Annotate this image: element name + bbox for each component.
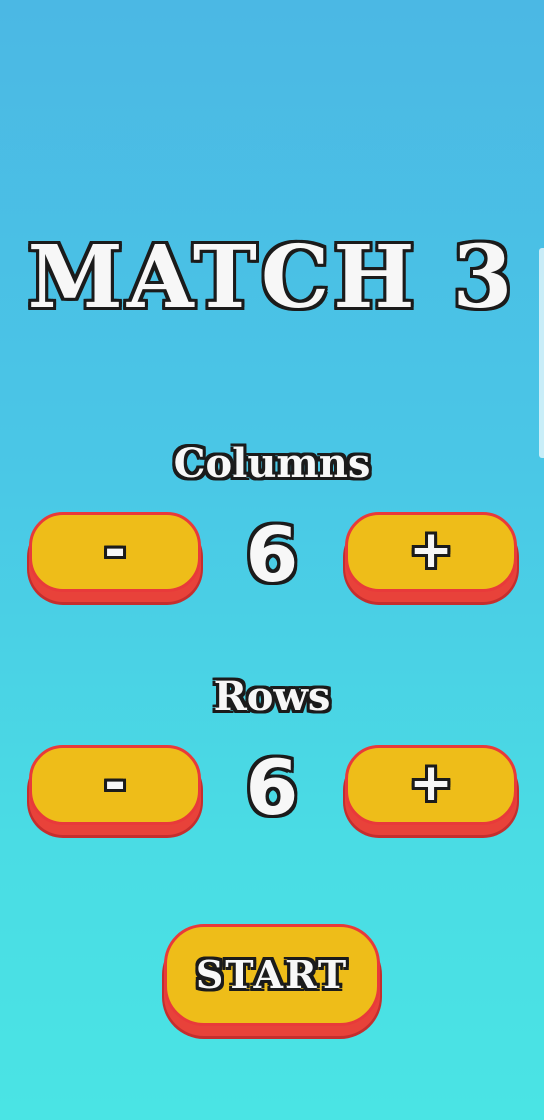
columns-value: 6 bbox=[245, 510, 299, 599]
plus-icon: + bbox=[409, 753, 453, 813]
rows-increase-button[interactable]: + bbox=[345, 745, 517, 825]
rows-value: 6 bbox=[245, 743, 299, 832]
columns-increase-button[interactable]: + bbox=[345, 512, 517, 592]
rows-label: Rows bbox=[213, 673, 331, 720]
columns-label: Columns bbox=[173, 440, 371, 487]
edge-panel-handle[interactable] bbox=[539, 248, 544, 458]
start-button-label: START bbox=[195, 952, 349, 997]
minus-icon: - bbox=[104, 753, 126, 813]
start-button[interactable]: START bbox=[164, 924, 380, 1026]
plus-icon: + bbox=[409, 520, 453, 580]
rows-decrease-button[interactable]: - bbox=[29, 745, 201, 825]
game-title: MATCH 3 bbox=[27, 227, 517, 328]
minus-icon: - bbox=[104, 520, 126, 580]
columns-decrease-button[interactable]: - bbox=[29, 512, 201, 592]
